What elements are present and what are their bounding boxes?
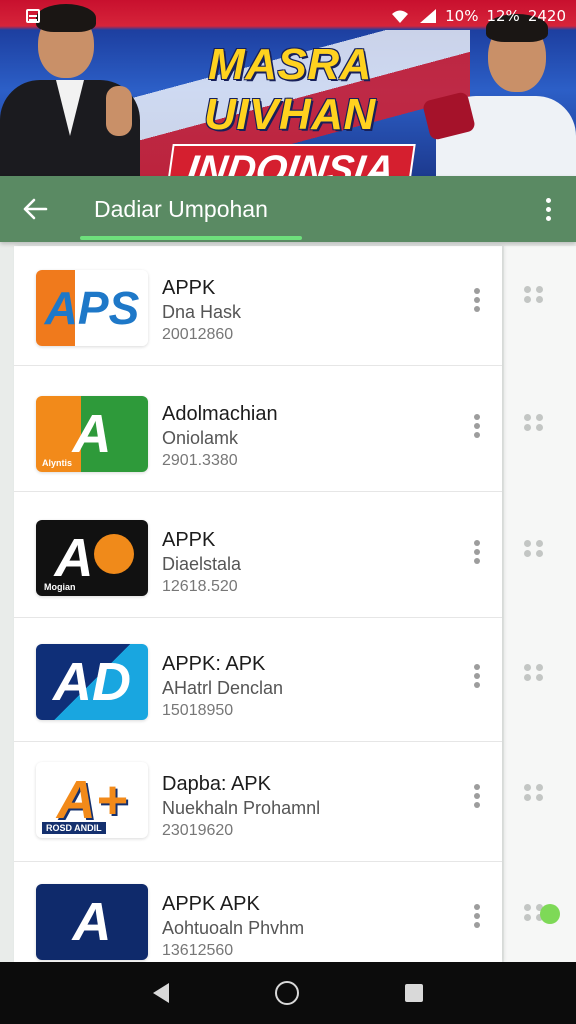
app-subtitle: Dna Hask	[162, 302, 242, 322]
headline-line-2: INDOINSIA	[164, 144, 416, 176]
drag-handle-icon[interactable]	[524, 286, 544, 303]
drag-handle-icon[interactable]	[524, 784, 544, 801]
app-logo-icon: A	[36, 884, 148, 960]
floating-badge-icon[interactable]	[540, 904, 560, 924]
list-item[interactable]: AD APPK: APK AHatrl Denclan 15018950	[14, 622, 502, 742]
notification-icon	[26, 9, 40, 23]
app-subtitle: Nuekhaln Prohamnl	[162, 798, 321, 818]
page-title: Dadiar Umpohan	[94, 195, 268, 222]
app-version: 13612560	[162, 942, 234, 959]
app-logo-icon: A+ ROSD ANDIL	[36, 762, 148, 838]
banner-headline: MASRA UIVHAN INDOINSIA	[120, 40, 460, 176]
more-vert-icon	[545, 197, 551, 203]
clock-text: 2420	[527, 7, 566, 25]
app-logo-icon: A Mogian	[36, 520, 148, 596]
battery-percent-text: 10%	[445, 7, 479, 25]
more-options-button[interactable]	[520, 176, 576, 242]
drag-handle-icon[interactable]	[524, 414, 544, 431]
signal-icon	[420, 9, 437, 23]
list-item[interactable]: APS APPK Dna Hask 20012860	[14, 246, 502, 366]
app-name: APPK: APK	[162, 653, 266, 675]
arrow-left-icon	[23, 198, 48, 220]
list-item[interactable]: A+ ROSD ANDIL Dapba: APK Nuekhaln Proham…	[14, 742, 502, 862]
app-version: 12618.520	[162, 578, 238, 595]
app-list: APS APPK Dna Hask 20012860 A Alyntis Ado…	[14, 246, 502, 962]
app-logo-icon: A Alyntis	[36, 396, 148, 472]
app-version: 15018950	[162, 702, 234, 719]
side-panel	[504, 246, 576, 962]
list-item[interactable]: A Alyntis Adolmachian Oniolamk 2901.3380	[14, 372, 502, 492]
status-bar: 10% 12% 2420	[0, 0, 576, 32]
drag-handle-icon[interactable]	[524, 664, 544, 681]
app-name: Adolmachian	[162, 403, 278, 425]
status-percent-text: 12%	[486, 7, 520, 25]
app-name: Dapba: APK	[162, 773, 271, 795]
app-subtitle: AHatrl Denclan	[162, 678, 284, 698]
list-item[interactable]: A Mogian APPK Diaelstala 12618.520	[14, 498, 502, 618]
headline-line-1: MASRA UIVHAN	[204, 40, 376, 139]
app-name: APPK	[162, 529, 216, 551]
app-bar: Dadiar Umpohan	[0, 176, 576, 242]
promo-banner[interactable]: 10% 12% 2420 MASRA UIVHAN INDOINSIA	[0, 0, 576, 176]
app-version: 2901.3380	[162, 452, 238, 469]
app-subtitle: Oniolamk	[162, 428, 239, 448]
more-vert-icon[interactable]	[474, 784, 480, 808]
nav-recents-icon[interactable]	[405, 984, 423, 1002]
app-subtitle: Aohtuoaln Phvhm	[162, 918, 305, 938]
more-vert-icon[interactable]	[474, 540, 480, 564]
app-logo-icon: AD	[36, 644, 148, 720]
more-vert-icon[interactable]	[474, 664, 480, 688]
more-vert-icon[interactable]	[474, 288, 480, 312]
tab-indicator	[80, 236, 302, 240]
app-subtitle: Diaelstala	[162, 554, 242, 574]
back-button[interactable]	[0, 176, 70, 242]
app-version: 20012860	[162, 326, 234, 343]
wifi-icon	[392, 10, 409, 23]
nav-home-icon[interactable]	[275, 981, 299, 1005]
app-name: APPK APK	[162, 893, 260, 915]
system-nav-bar	[0, 962, 576, 1024]
app-version: 23019620	[162, 822, 234, 839]
app-logo-icon: APS	[36, 270, 148, 346]
more-vert-icon[interactable]	[474, 904, 480, 928]
more-vert-icon[interactable]	[474, 414, 480, 438]
drag-handle-icon[interactable]	[524, 540, 544, 557]
nav-back-icon[interactable]	[153, 983, 169, 1003]
app-name: APPK	[162, 277, 216, 299]
